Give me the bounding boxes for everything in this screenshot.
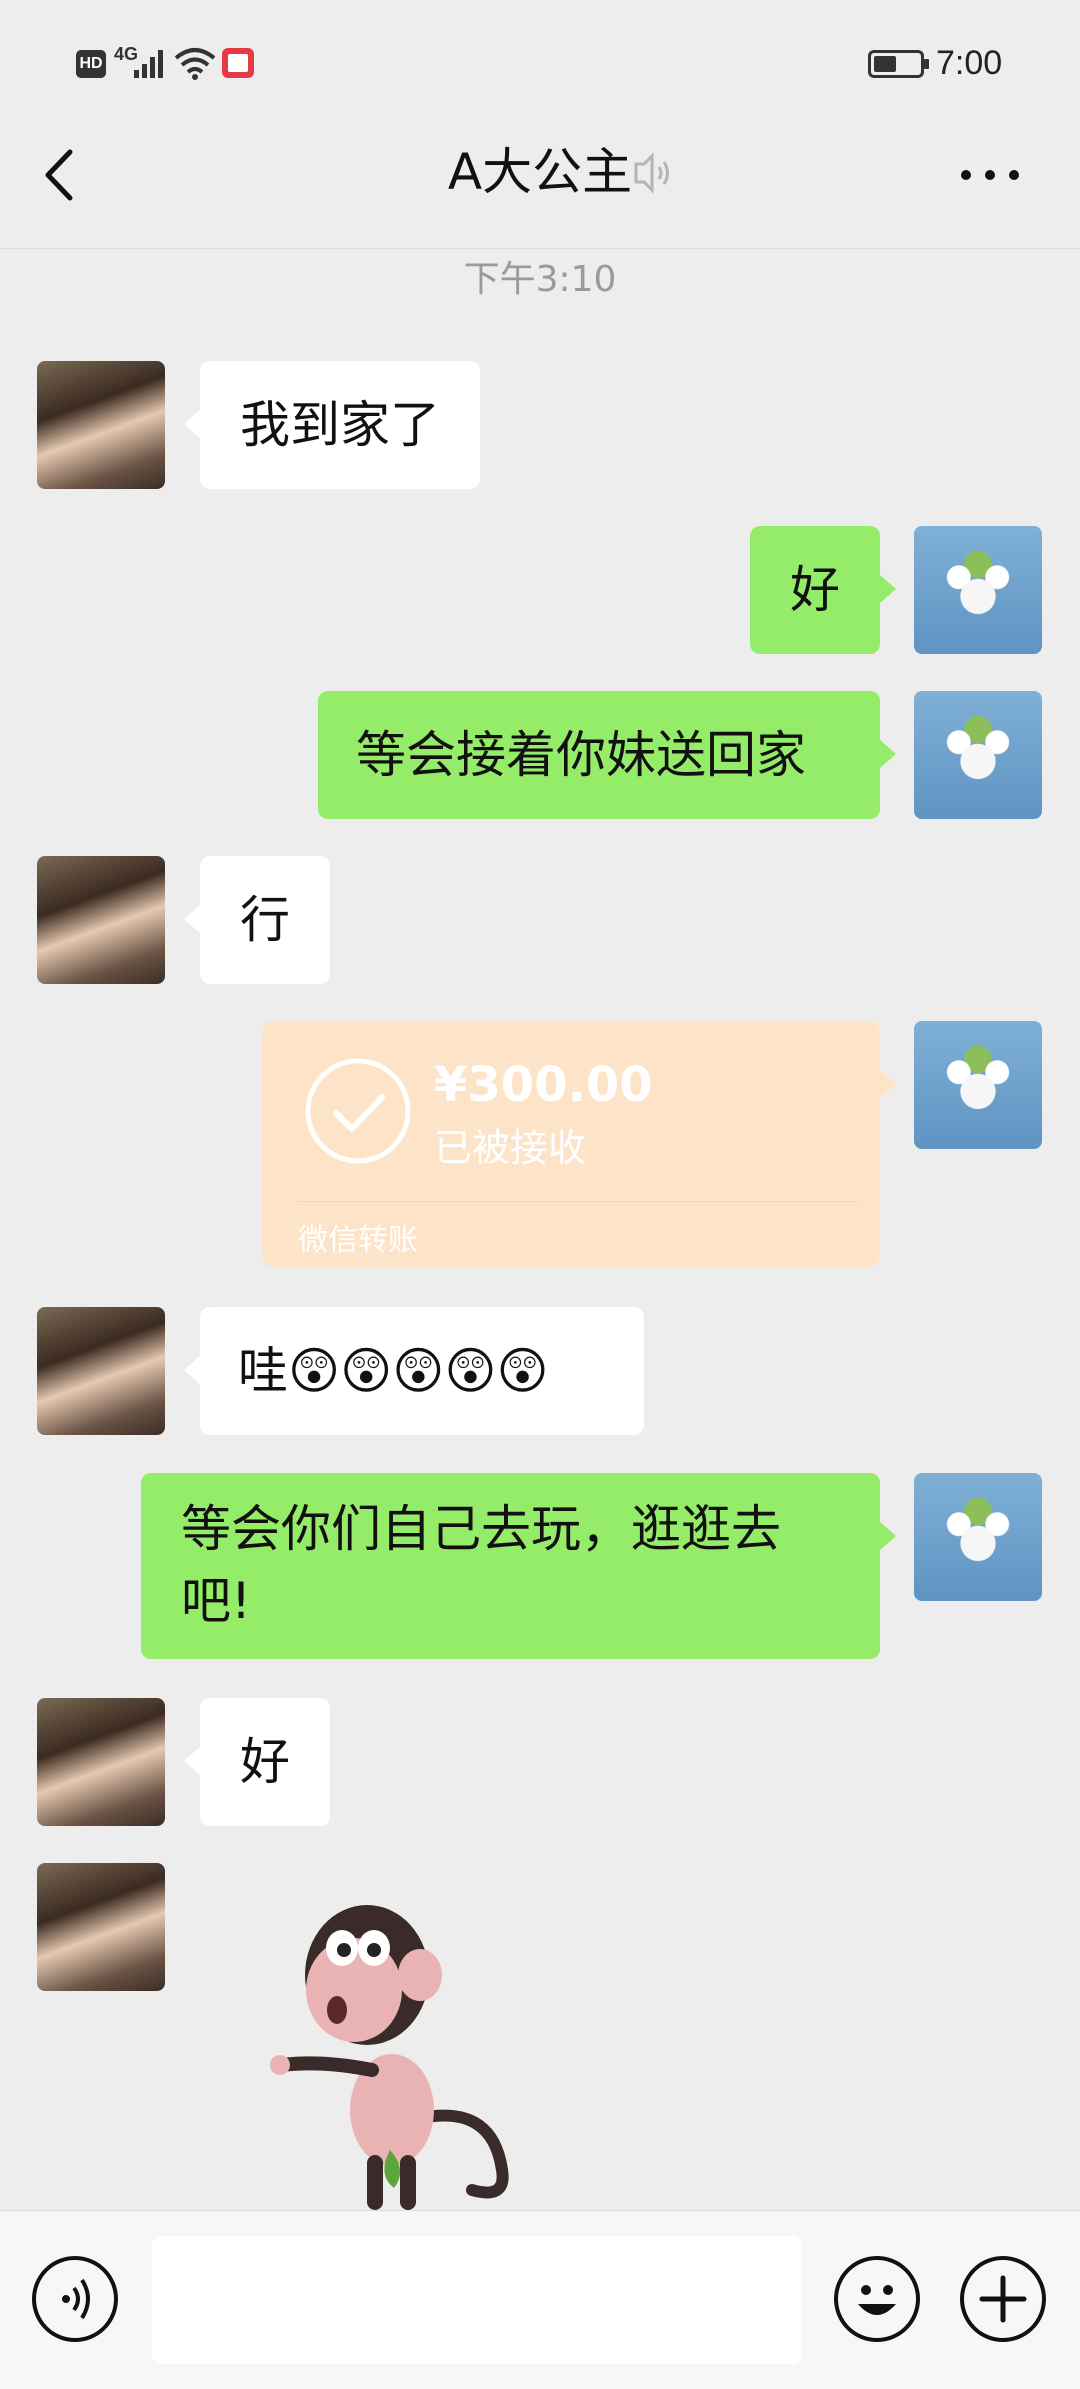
message-text: 我到家了 xyxy=(240,396,440,454)
message-text: 行 xyxy=(240,891,290,949)
chat-timestamp: 下午3:10 xyxy=(463,259,617,300)
wifi-icon xyxy=(174,46,216,80)
voice-icon xyxy=(62,2278,90,2320)
bubble-tail xyxy=(880,1522,896,1550)
emoji-button[interactable] xyxy=(834,2256,920,2342)
battery-icon xyxy=(868,50,929,78)
my-avatar[interactable] xyxy=(914,691,1042,819)
transfer-card[interactable]: ¥300.00 已被接收 微信转账 xyxy=(262,1021,880,1267)
message-bubble-outgoing[interactable]: 等会接着你妹送回家 xyxy=(318,691,880,819)
more-options-button[interactable] xyxy=(952,160,1032,190)
chat-timestamp-wrap: 下午3:10 xyxy=(0,256,1080,304)
status-bar: HD 4G 7:00 xyxy=(0,0,1080,128)
message-text: 等会接着你妹送回家 xyxy=(356,726,806,784)
chat-title: A大公主 xyxy=(447,143,633,201)
contact-avatar[interactable] xyxy=(37,1698,165,1826)
my-avatar[interactable] xyxy=(914,526,1042,654)
more-functions-button[interactable] xyxy=(960,2256,1046,2342)
message-text: 好 xyxy=(240,1733,290,1791)
bubble-tail xyxy=(184,410,200,438)
message-text: 好 xyxy=(790,561,840,619)
bubble-tail xyxy=(880,740,896,768)
notification-app-icon xyxy=(222,48,254,78)
message-text: 哇😲😲😲😲😲 xyxy=(238,1342,549,1400)
transfer-status: 已被接收 xyxy=(434,1126,587,1170)
bubble-tail xyxy=(184,905,200,933)
my-avatar[interactable] xyxy=(914,1021,1042,1149)
message-bubble-outgoing[interactable]: 等会你们自己去玩，逛逛去 吧! xyxy=(141,1473,880,1659)
voice-input-button[interactable] xyxy=(32,2256,118,2342)
smiley-icon xyxy=(858,2285,896,2315)
hd-badge: HD xyxy=(76,50,106,78)
transfer-footer: 微信转账 xyxy=(298,1223,418,1258)
transfer-amount: ¥300.00 xyxy=(434,1057,653,1113)
signal-icon xyxy=(114,48,168,80)
hd-label: HD xyxy=(79,55,103,72)
check-circle-icon xyxy=(304,1057,412,1165)
mute-icon xyxy=(630,150,674,196)
bubble-tail xyxy=(184,1747,200,1775)
bubble-tail xyxy=(184,1356,200,1384)
message-bubble-outgoing[interactable]: 好 xyxy=(750,526,880,654)
my-avatar[interactable] xyxy=(914,1473,1042,1601)
transfer-divider xyxy=(298,1201,858,1202)
message-bubble-incoming[interactable]: 好 xyxy=(200,1698,330,1826)
message-text-line-1: 等会你们自己去玩，逛逛去 xyxy=(181,1500,781,1558)
message-bubble-incoming[interactable]: 我到家了 xyxy=(200,361,480,489)
contact-avatar[interactable] xyxy=(37,1307,165,1435)
contact-avatar[interactable] xyxy=(37,856,165,984)
chat-title-wrap: A大公主 xyxy=(0,142,1080,202)
plus-icon xyxy=(979,2275,1027,2323)
contact-avatar[interactable] xyxy=(37,1863,165,1991)
bubble-tail xyxy=(880,1070,896,1098)
message-input[interactable] xyxy=(152,2236,802,2364)
message-bubble-incoming[interactable]: 哇😲😲😲😲😲 xyxy=(200,1307,644,1435)
contact-avatar[interactable] xyxy=(37,361,165,489)
monkey-sticker-icon[interactable] xyxy=(262,1870,552,2210)
message-text-line-2: 吧! xyxy=(181,1572,252,1630)
ellipsis-icon xyxy=(961,170,1019,180)
bubble-tail xyxy=(880,575,896,603)
clock-time: 7:00 xyxy=(936,44,1003,82)
message-bubble-incoming[interactable]: 行 xyxy=(200,856,330,984)
